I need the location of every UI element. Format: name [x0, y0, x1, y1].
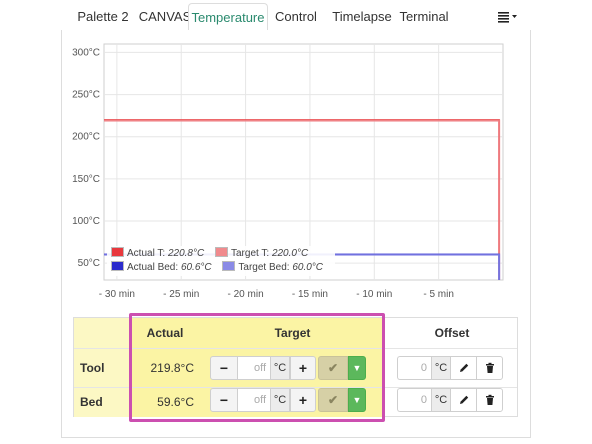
pencil-icon: [459, 363, 468, 372]
legend-swatch: [222, 261, 236, 271]
tool-offset-input[interactable]: 0: [397, 356, 431, 380]
tool-offset-delete-button[interactable]: [476, 356, 503, 380]
x-tick-label: - 25 min: [163, 289, 199, 300]
highlight-annotation-box: [129, 313, 385, 422]
tool-offset-input-group: 0 °C: [397, 356, 503, 380]
y-tick-label: 100°C: [72, 216, 100, 227]
legend-label: Actual T:: [127, 248, 166, 259]
bed-offset-edit-button[interactable]: [450, 388, 477, 412]
bed-offset-input[interactable]: 0: [397, 388, 431, 412]
legend-value: 60.6°C: [180, 262, 212, 273]
legend-label: Actual Bed:: [127, 262, 179, 273]
y-tick-label: 300°C: [72, 47, 100, 58]
bed-offset-cell: 0 °C: [385, 388, 519, 417]
y-tick-label: 250°C: [72, 90, 100, 101]
bed-offset-input-group: 0 °C: [397, 388, 503, 412]
legend-swatch: [111, 247, 124, 257]
legend-value: 220.8°C: [167, 248, 205, 259]
pencil-icon: [459, 395, 468, 404]
x-tick-label: - 10 min: [356, 289, 392, 300]
bed-offset-delete-button[interactable]: [476, 388, 503, 412]
x-tick-label: - 30 min: [99, 289, 135, 300]
legend-item-target-tool: Target T: 220.0°C: [214, 247, 309, 261]
chart-legend: Actual T: 220.8°C Target T: 220.0°C Actu…: [107, 246, 336, 276]
legend-value: 220.0°C: [271, 248, 309, 259]
trash-icon: [485, 394, 494, 405]
legend-swatch: [111, 261, 124, 271]
bed-offset-unit: °C: [431, 388, 451, 412]
legend-swatch: [214, 247, 228, 257]
trash-icon: [485, 362, 494, 373]
legend-label: Target T:: [230, 248, 270, 259]
legend-item-actual-bed: Actual Bed: 60.6°C: [111, 261, 212, 275]
y-tick-label: 200°C: [72, 132, 100, 143]
legend-label: Target Bed:: [238, 262, 290, 273]
legend-value: 60.0°C: [292, 262, 324, 273]
row-label-tool: Tool: [74, 349, 130, 387]
row-label-bed: Bed: [74, 388, 130, 417]
plot-area: [103, 43, 504, 281]
tool-offset-cell: 0 °C: [385, 349, 519, 387]
y-tick-label: 150°C: [72, 174, 100, 185]
header-offset: Offset: [434, 326, 470, 340]
legend-item-target-bed: Target Bed: 60.0°C: [222, 261, 323, 275]
x-tick-label: - 15 min: [292, 289, 328, 300]
y-tick-label: 50°C: [78, 258, 100, 269]
tool-offset-unit: °C: [431, 356, 451, 380]
header-empty-cell: [74, 318, 130, 348]
x-tick-label: - 20 min: [228, 289, 264, 300]
legend-item-actual-tool: Actual T: 220.8°C: [111, 247, 204, 261]
x-tick-label: - 5 min: [423, 289, 454, 300]
tool-offset-edit-button[interactable]: [450, 356, 477, 380]
